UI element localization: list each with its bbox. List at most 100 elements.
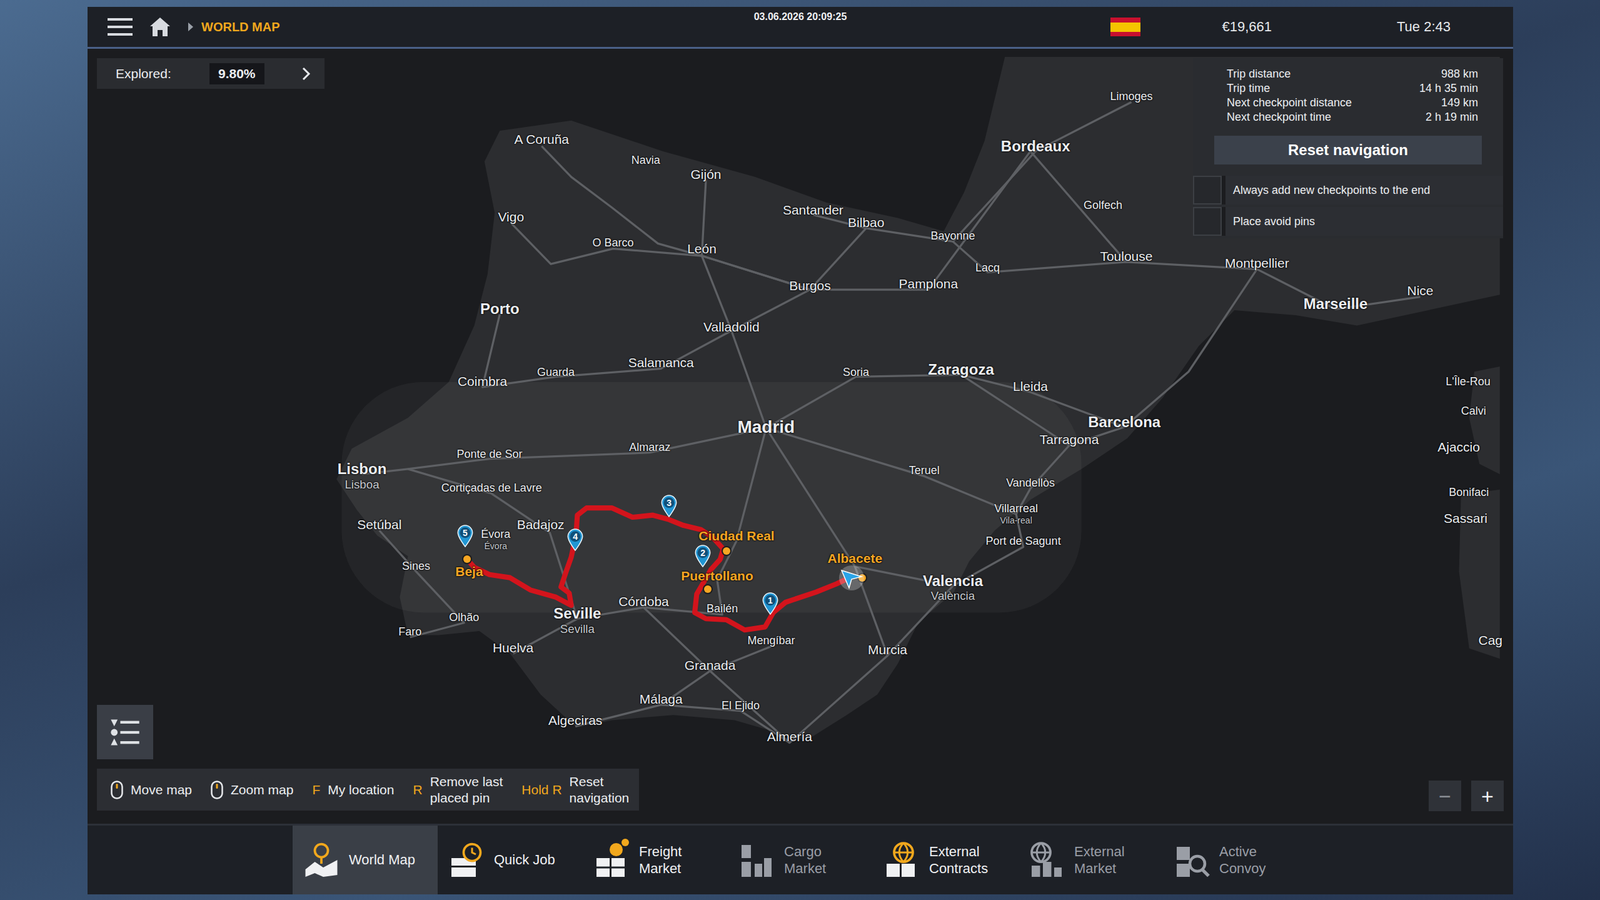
option-row[interactable]: Always add new checkpoints to the end [1192, 175, 1504, 205]
nav-tab[interactable]: World Map [292, 825, 438, 895]
city-label[interactable]: Bordeaux [1001, 136, 1071, 155]
city-label[interactable]: Évora Évora [480, 527, 511, 551]
city-label[interactable]: Calvi [1461, 404, 1487, 418]
explored-box[interactable]: Explored: 9.80% [96, 58, 325, 89]
city-label[interactable]: Lleida [1012, 378, 1048, 394]
nav-tab[interactable]: ExternalContracts [872, 825, 1018, 895]
city-label[interactable]: Sassari [1443, 511, 1488, 527]
city-name: Teruel [909, 463, 940, 478]
city-label[interactable]: Bilbao [847, 215, 885, 231]
zoom-out-button[interactable]: − [1428, 780, 1462, 811]
checkpoint-pin[interactable]: 1 [761, 592, 780, 615]
nav-tab[interactable]: CargoMarket [727, 825, 873, 895]
city-label[interactable]: Soria [842, 365, 870, 379]
city-label[interactable]: Albacete [827, 551, 883, 567]
city-label[interactable]: Ponte de Sor [456, 447, 523, 461]
city-label[interactable]: Setúbal [357, 517, 402, 533]
option-row[interactable]: Place avoid pins [1192, 206, 1504, 236]
city-label[interactable]: Lacq [975, 261, 1000, 275]
city-label[interactable]: Salamanca [628, 355, 695, 371]
city-label[interactable]: Pamplona [899, 276, 959, 292]
city-label[interactable]: Mengíbar [747, 633, 795, 648]
home-icon[interactable] [148, 16, 172, 38]
legend-button[interactable] [96, 704, 154, 760]
city-label[interactable]: Ajaccio [1437, 439, 1480, 455]
trip-stat-value: 2 h 19 min [1425, 110, 1479, 125]
city-label[interactable]: Murcia [867, 642, 908, 658]
reset-navigation-button[interactable]: Reset navigation [1214, 135, 1482, 165]
city-label[interactable]: El Ejido [721, 699, 760, 713]
city-label[interactable]: Gijón [690, 166, 722, 182]
zoom-in-button[interactable]: + [1471, 780, 1504, 811]
city-label[interactable]: Seville Sevilla [553, 604, 601, 636]
city-label[interactable]: A Coruña [513, 131, 569, 147]
checkpoint-pin[interactable]: 4 [566, 528, 584, 551]
city-label[interactable]: León [687, 241, 717, 257]
city-label[interactable]: Granada [684, 657, 736, 673]
city-label[interactable]: Lisbon Lisboa [337, 460, 388, 491]
city-label[interactable]: Santander [782, 202, 844, 218]
city-label[interactable]: Barcelona [1087, 412, 1161, 431]
city-label[interactable]: Guarda [537, 365, 575, 379]
checkbox[interactable] [1192, 175, 1222, 205]
world-map[interactable]: A Coruña Navia Gijón Vigo O Barco León S… [87, 48, 1514, 824]
city-label[interactable]: Bayonne [930, 229, 975, 243]
datetime: 03.06.2026 20:09:25 [754, 6, 848, 23]
city-label[interactable]: Ciudad Real [698, 528, 775, 544]
chevron-right-icon[interactable] [301, 66, 311, 81]
money: €19,661 [1221, 18, 1272, 36]
city-label[interactable]: Valladolid [703, 319, 760, 335]
checkpoint-pin[interactable]: 2 [694, 544, 712, 568]
city-label[interactable]: Cag [1478, 633, 1504, 649]
city-label[interactable]: Madrid [737, 417, 795, 438]
checkpoint-pin[interactable]: 3 [660, 494, 678, 518]
city-label[interactable]: Marseille [1303, 295, 1369, 313]
city-name: Sassari [1443, 511, 1488, 527]
city-label[interactable]: Huelva [492, 640, 534, 656]
nav-tab[interactable]: ExternalMarket [1017, 825, 1163, 895]
city-label[interactable]: Port de Sagunt [986, 534, 1062, 548]
city-label[interactable]: Badajoz [517, 517, 565, 533]
checkpoint-pin[interactable]: 5 [456, 524, 474, 548]
city-label[interactable]: Nice [1406, 283, 1434, 299]
menu-icon[interactable] [107, 16, 133, 37]
city-label[interactable]: Almería [767, 729, 813, 745]
city-label[interactable]: Vigo [497, 210, 524, 226]
nav-tab[interactable]: FreightMarket [582, 825, 728, 895]
city-label[interactable]: Zaragoza [927, 360, 994, 379]
city-label[interactable]: Limoges [1110, 90, 1153, 104]
city-label[interactable]: Navia [631, 153, 661, 167]
city-label[interactable]: Montpellier [1224, 256, 1290, 272]
city-label[interactable]: Tarragona [1039, 432, 1100, 448]
route-city-dot [722, 547, 731, 555]
city-label[interactable]: L'Île-Rou [1445, 375, 1490, 389]
city-label[interactable]: Vandellòs [1006, 476, 1055, 490]
city-label[interactable]: Olhão [448, 610, 479, 624]
city-label[interactable]: O Barco [592, 236, 634, 251]
city-label[interactable]: Beja [455, 564, 483, 580]
city-label[interactable]: Málaga [639, 691, 683, 707]
city-label[interactable]: Villarreal Vila-real [994, 502, 1038, 526]
checkbox[interactable] [1192, 206, 1222, 236]
city-label[interactable]: Sines [402, 559, 431, 573]
city-label[interactable]: Córdoba [618, 593, 670, 609]
city-label[interactable]: Golfech [1083, 198, 1123, 212]
city-label[interactable]: Puertollano [680, 568, 754, 584]
city-label[interactable]: Valencia València [922, 571, 983, 603]
nav-tab[interactable]: Quick Job [437, 825, 583, 895]
trip-stat-row: Trip time 14 h 35 min [1226, 81, 1479, 96]
route-line [467, 507, 852, 630]
city-label[interactable]: Bonifaci [1448, 485, 1489, 499]
city-label[interactable]: Faro [398, 625, 422, 639]
city-label[interactable]: Almaraz [628, 440, 671, 454]
nav-tab[interactable]: ActiveConvoy [1162, 825, 1309, 895]
breadcrumb-arrow-icon [187, 21, 194, 32]
city-label[interactable]: Burgos [789, 278, 831, 294]
city-label[interactable]: Toulouse [1099, 248, 1153, 264]
city-label[interactable]: Coimbra [457, 373, 508, 389]
city-label[interactable]: Cortiçadas de Lavre [441, 481, 543, 495]
city-label[interactable]: Algeciras [548, 713, 603, 729]
city-label[interactable]: Porto [480, 300, 520, 318]
city-label[interactable]: Teruel [909, 463, 940, 478]
city-label[interactable]: Bailén [706, 602, 738, 616]
